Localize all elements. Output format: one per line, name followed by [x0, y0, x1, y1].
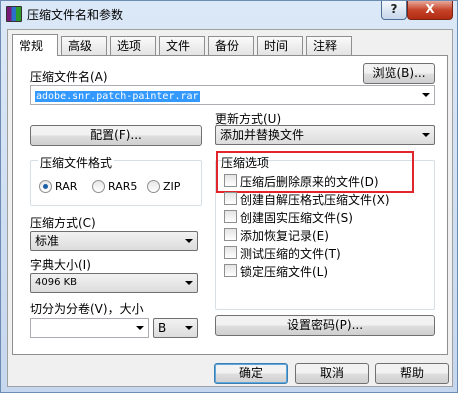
set-password-button[interactable]: 设置密码(P)...	[215, 315, 435, 336]
tab-options[interactable]: 选项	[110, 36, 156, 55]
lock-archive-label[interactable]: 锁定压缩文件(L)	[240, 263, 328, 280]
profiles-button[interactable]: 配置(F)...	[30, 125, 202, 146]
format-zip-radio[interactable]	[147, 180, 160, 193]
update-mode-value: 添加并替换文件	[220, 128, 305, 142]
tab-advanced[interactable]: 高级	[61, 36, 107, 55]
format-rar5-label[interactable]: RAR5	[108, 180, 137, 193]
test-archived-files-label[interactable]: 测试压缩的文件(T)	[240, 245, 341, 262]
close-icon[interactable]: X	[407, 1, 453, 20]
format-rar5-radio[interactable]	[92, 180, 105, 193]
title-bar[interactable]: 压缩文件名和参数 ? X	[1, 1, 457, 27]
create-solid-label[interactable]: 创建固实压缩文件(S)	[240, 209, 353, 226]
delete-after-archiving-checkbox[interactable]	[224, 174, 237, 187]
window-title: 压缩文件名和参数	[27, 8, 124, 22]
create-sfx-label[interactable]: 创建自解压格式压缩文件(X)	[240, 191, 390, 208]
archive-format-label: 压缩文件格式	[38, 154, 115, 171]
archive-name-input[interactable]: adobe.snr.patch-painter.rar	[30, 85, 435, 105]
update-mode-select[interactable]: 添加并替换文件	[215, 125, 435, 145]
add-recovery-record-label[interactable]: 添加恢复记录(E)	[240, 227, 329, 244]
archive-name-label: 压缩文件名(A)	[30, 70, 108, 84]
cancel-button[interactable]: 取消	[295, 363, 369, 384]
split-volume-unit-select[interactable]: B	[153, 318, 198, 338]
help-title-button[interactable]: ?	[381, 1, 407, 20]
chevron-down-icon[interactable]	[185, 326, 193, 330]
split-volume-unit-value: B	[158, 321, 167, 335]
test-archived-files-checkbox[interactable]	[224, 246, 237, 259]
create-sfx-checkbox[interactable]	[224, 192, 237, 205]
lock-archive-checkbox[interactable]	[224, 264, 237, 277]
chevron-down-icon[interactable]	[185, 239, 193, 243]
dictionary-size-label: 字典大小(I)	[30, 258, 91, 272]
split-volume-size-input[interactable]	[30, 318, 149, 338]
chevron-down-icon[interactable]	[185, 281, 193, 285]
format-zip-label[interactable]: ZIP	[163, 180, 180, 193]
chevron-down-icon[interactable]	[422, 93, 430, 97]
create-solid-checkbox[interactable]	[224, 210, 237, 223]
ok-button[interactable]: 确定	[214, 363, 288, 384]
chevron-down-icon[interactable]	[136, 326, 144, 330]
help-button[interactable]: 帮助	[375, 363, 449, 384]
dictionary-size-value: 4096 KB	[35, 277, 78, 288]
archive-name-value: adobe.snr.patch-painter.rar	[35, 91, 200, 102]
tab-time[interactable]: 时间	[257, 36, 303, 55]
browse-button[interactable]: 浏览(B)...	[363, 63, 435, 84]
dialog-client-area: 常规 高级 选项 文件 备份 时间 注释 压缩文件名(A) 浏览(B)... a…	[7, 29, 453, 387]
add-recovery-record-checkbox[interactable]	[224, 228, 237, 241]
chevron-down-icon[interactable]	[422, 133, 430, 137]
delete-after-archiving-label[interactable]: 压缩后删除原来的文件(D)	[240, 173, 379, 190]
compression-method-label: 压缩方式(C)	[30, 216, 96, 230]
archive-options-label: 压缩选项	[221, 156, 270, 170]
general-tab-panel: 压缩文件名(A) 浏览(B)... adobe.snr.patch-painte…	[12, 55, 448, 355]
tab-backup[interactable]: 备份	[208, 36, 254, 55]
split-volumes-label: 切分为分卷(V)，大小	[30, 302, 144, 316]
winrar-app-icon	[6, 6, 22, 22]
tab-files[interactable]: 文件	[159, 36, 205, 55]
format-rar-radio[interactable]	[39, 180, 52, 193]
compression-method-select[interactable]: 标准	[30, 231, 198, 251]
tab-general[interactable]: 常规	[12, 34, 58, 56]
dictionary-size-select[interactable]: 4096 KB	[30, 273, 198, 293]
compression-method-value: 标准	[35, 234, 60, 248]
dialog-window: 压缩文件名和参数 ? X 常规 高级 选项 文件 备份 时间 注释 压缩文件名(…	[0, 0, 458, 393]
format-rar-label[interactable]: RAR	[55, 180, 77, 193]
tab-comment[interactable]: 注释	[306, 36, 352, 55]
